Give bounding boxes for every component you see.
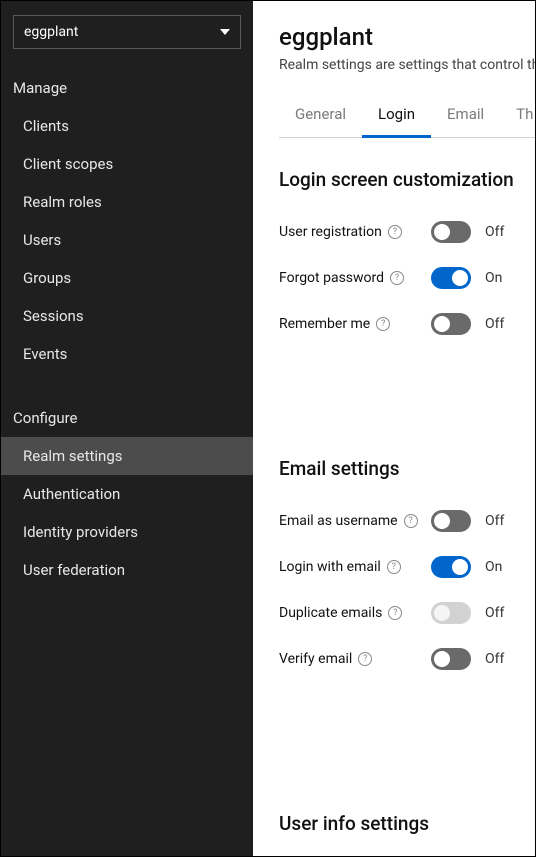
section-login-customization: Login screen customization User registra… <box>279 168 535 347</box>
sidebar-item-label: Users <box>23 231 61 249</box>
sidebar-item-label: Events <box>23 345 67 363</box>
section-title: User info settings <box>279 812 535 835</box>
sidebar-item-client-scopes[interactable]: Client scopes <box>1 145 253 183</box>
tab-label: Email <box>447 105 484 123</box>
sidebar-item-sessions[interactable]: Sessions <box>1 297 253 335</box>
toggle-login-with-email[interactable] <box>431 556 471 578</box>
main-content: eggplant Realm settings are settings tha… <box>253 1 535 856</box>
sidebar-section-manage: Manage <box>1 67 253 107</box>
sidebar-item-label: Clients <box>23 117 69 135</box>
toggle-duplicate-emails <box>431 602 471 624</box>
toggle-remember-me[interactable] <box>431 313 471 335</box>
sidebar-item-identity-providers[interactable]: Identity providers <box>1 513 253 551</box>
sidebar-item-realm-roles[interactable]: Realm roles <box>1 183 253 221</box>
toggle-state: Off <box>485 651 513 667</box>
toggle-user-registration[interactable] <box>431 221 471 243</box>
sidebar-item-groups[interactable]: Groups <box>1 259 253 297</box>
row-duplicate-emails: Duplicate emails ? Off <box>279 590 535 636</box>
help-icon[interactable]: ? <box>388 225 402 239</box>
sidebar-item-label: Sessions <box>23 307 84 325</box>
help-icon[interactable]: ? <box>358 652 372 666</box>
help-icon[interactable]: ? <box>404 514 418 528</box>
form-label: Email as username <box>279 513 398 529</box>
sidebar-item-label: Client scopes <box>23 155 113 173</box>
row-forgot-password: Forgot password ? On <box>279 255 535 301</box>
form-label: Forgot password <box>279 270 384 286</box>
help-icon[interactable]: ? <box>388 606 402 620</box>
row-user-registration: User registration ? Off <box>279 209 535 255</box>
sidebar-item-authentication[interactable]: Authentication <box>1 475 253 513</box>
form-label: Verify email <box>279 651 352 667</box>
toggle-forgot-password[interactable] <box>431 267 471 289</box>
tab-login[interactable]: Login <box>362 95 431 138</box>
tabs: General Login Email Th <box>279 95 535 138</box>
row-edit-username: Edit username ? Off <box>279 853 535 856</box>
tab-label: Login <box>378 105 415 123</box>
sidebar-item-user-federation[interactable]: User federation <box>1 551 253 589</box>
sidebar-item-label: Realm roles <box>23 193 102 211</box>
section-email-settings: Email settings Email as username ? Off L… <box>279 457 535 682</box>
toggle-state: On <box>485 559 513 575</box>
form-label: User registration <box>279 224 382 240</box>
tab-themes[interactable]: Th <box>500 95 535 137</box>
form-label: Remember me <box>279 316 370 332</box>
sidebar-item-events[interactable]: Events <box>1 335 253 373</box>
sidebar-item-label: Identity providers <box>23 523 138 541</box>
toggle-state: Off <box>485 513 513 529</box>
sidebar-item-label: User federation <box>23 561 125 579</box>
tab-label: Th <box>516 105 533 123</box>
toggle-state: On <box>485 270 513 286</box>
section-title: Login screen customization <box>279 168 535 191</box>
caret-down-icon <box>220 29 230 35</box>
toggle-state: Off <box>485 605 513 621</box>
toggle-verify-email[interactable] <box>431 648 471 670</box>
sidebar-item-clients[interactable]: Clients <box>1 107 253 145</box>
tab-label: General <box>295 105 346 123</box>
row-remember-me: Remember me ? Off <box>279 301 535 347</box>
section-title: Email settings <box>279 457 535 480</box>
sidebar: eggplant Manage Clients Client scopes Re… <box>1 1 253 856</box>
page-title: eggplant <box>279 23 535 51</box>
tab-email[interactable]: Email <box>431 95 500 137</box>
sidebar-item-users[interactable]: Users <box>1 221 253 259</box>
sidebar-section-configure: Configure <box>1 397 253 437</box>
sidebar-item-label: Groups <box>23 269 71 287</box>
realm-selector-label: eggplant <box>24 24 78 40</box>
sidebar-item-label: Realm settings <box>23 447 123 465</box>
realm-selector[interactable]: eggplant <box>13 15 241 49</box>
page-description: Realm settings are settings that control… <box>279 57 535 73</box>
toggle-email-as-username[interactable] <box>431 510 471 532</box>
help-icon[interactable]: ? <box>390 271 404 285</box>
form-label: Duplicate emails <box>279 605 382 621</box>
tab-general[interactable]: General <box>279 95 362 137</box>
toggle-state: Off <box>485 224 513 240</box>
toggle-state: Off <box>485 316 513 332</box>
help-icon[interactable]: ? <box>376 317 390 331</box>
sidebar-item-label: Authentication <box>23 485 120 503</box>
row-email-as-username: Email as username ? Off <box>279 498 535 544</box>
sidebar-item-realm-settings[interactable]: Realm settings <box>1 437 253 475</box>
row-login-with-email: Login with email ? On <box>279 544 535 590</box>
row-verify-email: Verify email ? Off <box>279 636 535 682</box>
section-user-info-settings: User info settings Edit username ? Off <box>279 812 535 856</box>
form-label: Login with email <box>279 559 381 575</box>
help-icon[interactable]: ? <box>387 560 401 574</box>
